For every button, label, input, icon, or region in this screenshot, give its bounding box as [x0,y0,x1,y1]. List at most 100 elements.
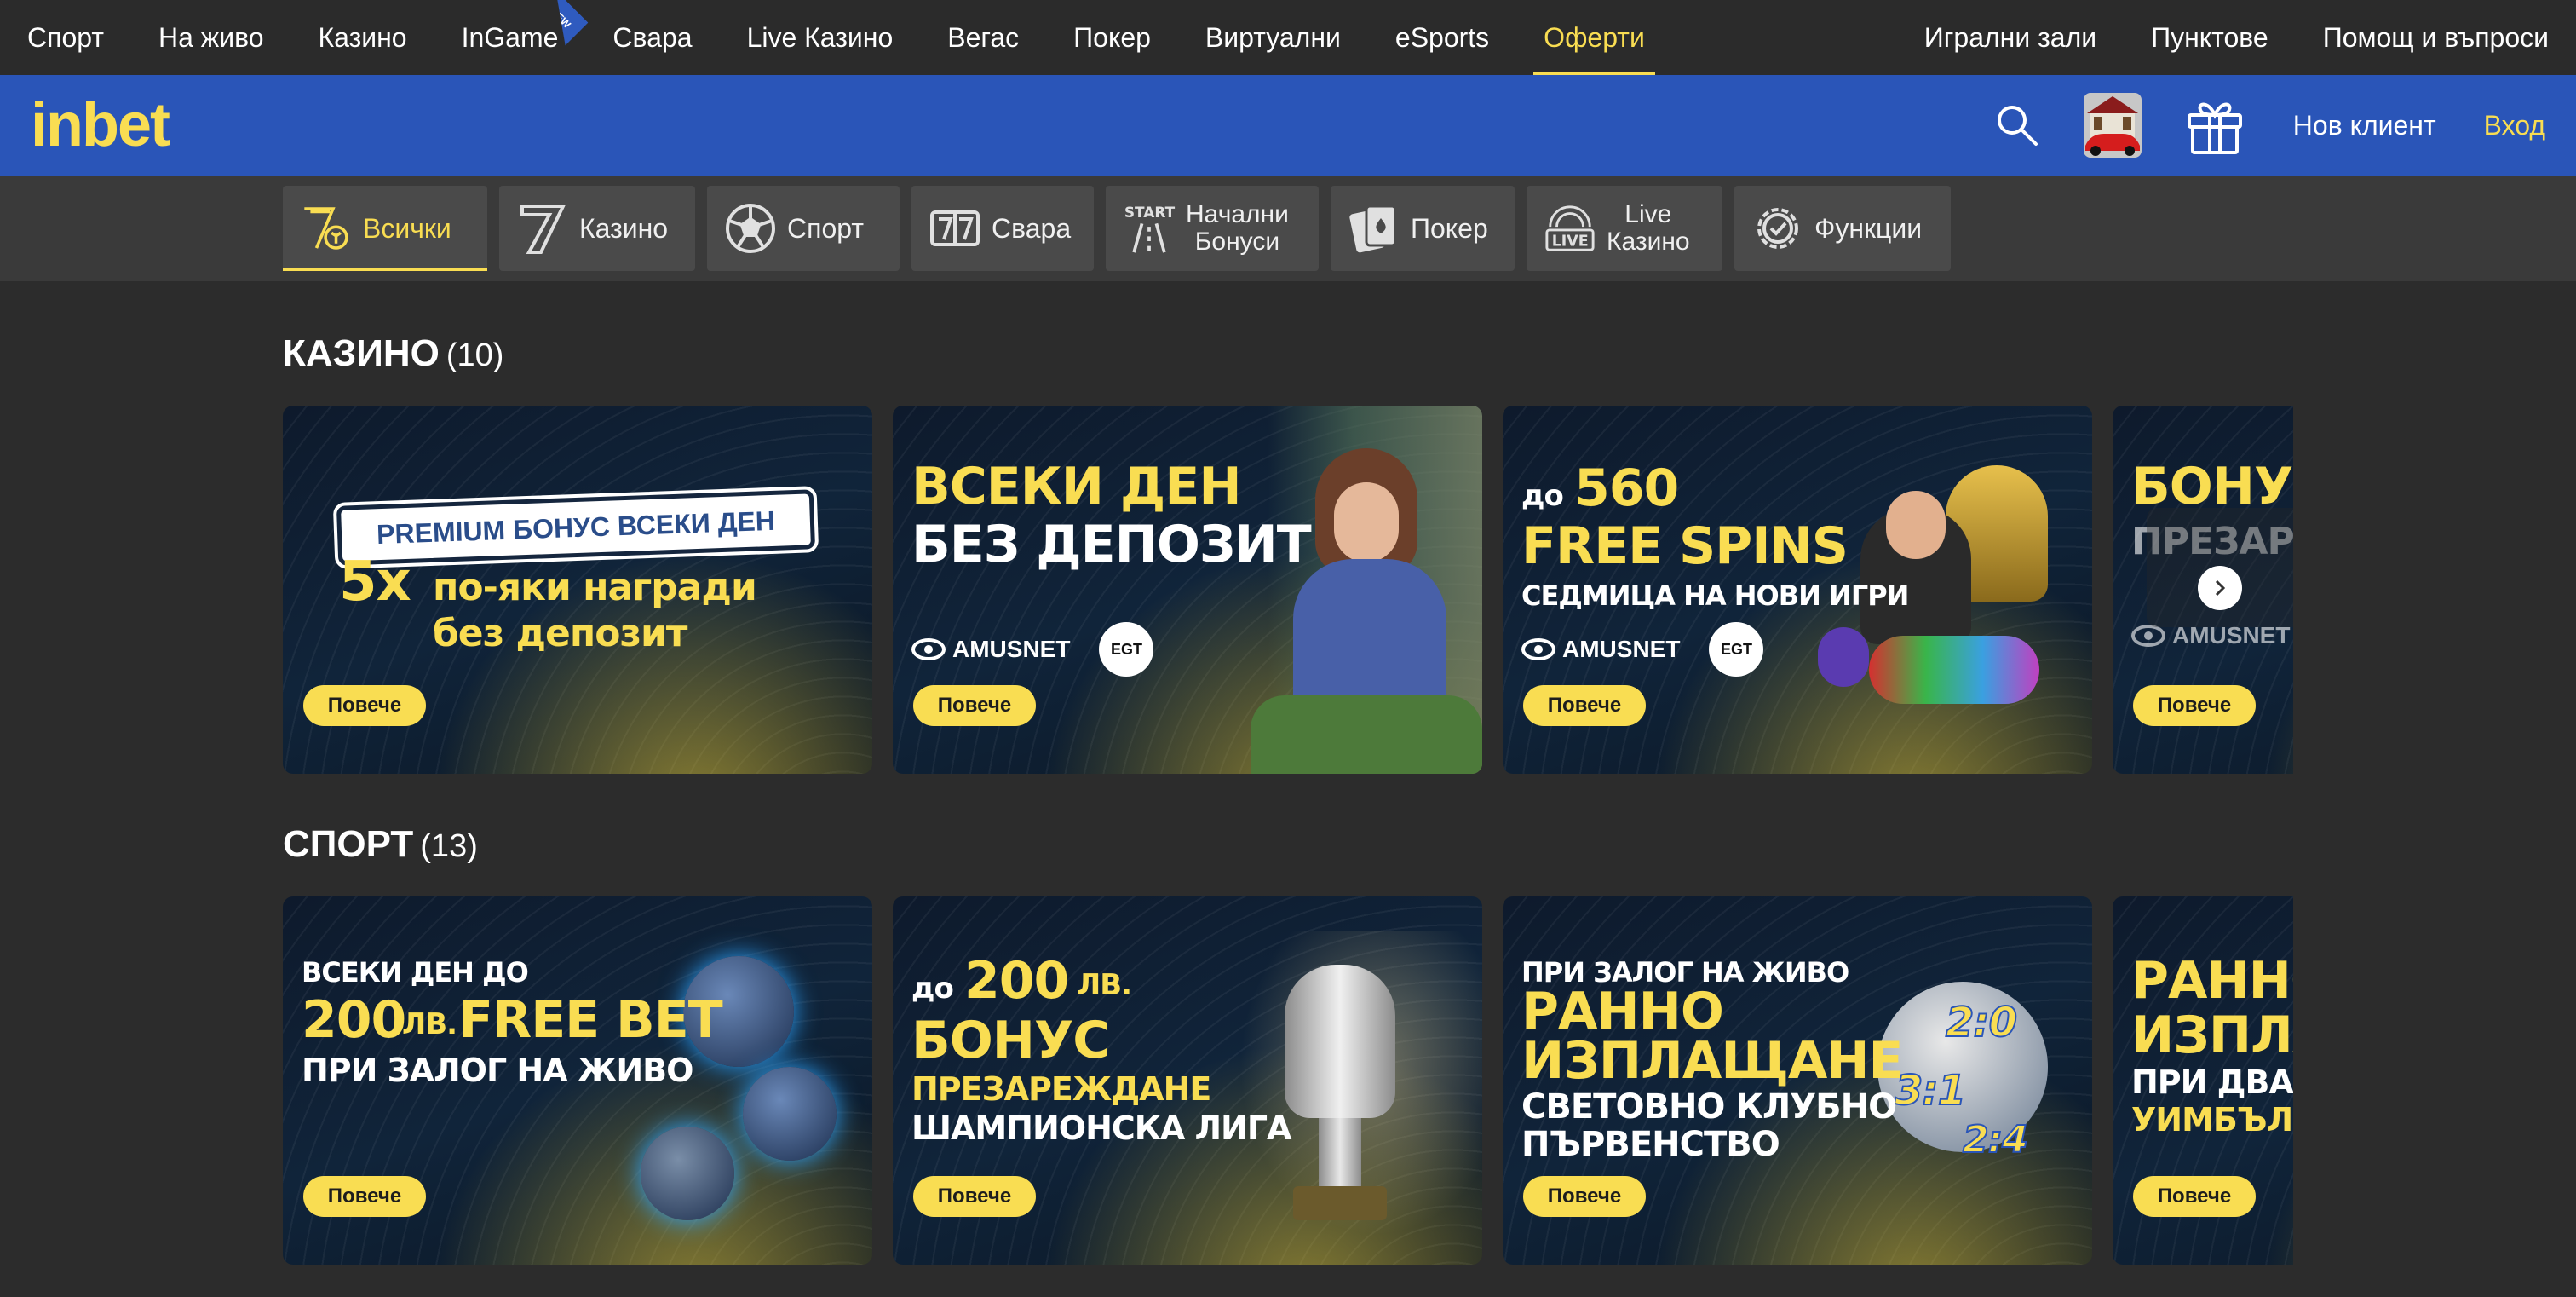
new-client-link[interactable]: Нов клиент [2293,110,2436,141]
casino-card-1-line2: без депозит [433,612,687,655]
sport-card-4-line1: РАННО [2131,951,2293,1011]
chevron-right-icon [2215,579,2226,597]
category-start-bonuses[interactable]: START Начални Бонуси [1106,186,1319,271]
category-casino[interactable]: Казино [499,186,695,271]
top-nav-main: Спорт На живо Казино InGame NEW Свара Li… [27,0,1699,75]
sport-card-2-line2: ПРЕЗАРЕЖДАНЕ [911,1070,1211,1108]
casino-card-daily-no-deposit[interactable]: ВСЕКИ ДЕН БЕЗ ДЕПОЗИТ AMUSNET EGT Повече [893,406,1482,774]
nav-ingame-label: InGame [461,21,559,53]
score-1: 2:0 [1945,998,2018,1047]
amusnet-eye-icon [911,638,946,660]
category-all[interactable]: Всички [283,186,487,271]
sport-card-2-more-button[interactable]: Повече [913,1176,1036,1217]
nav-poker[interactable]: Покер [1073,0,1151,75]
sport-card-3-line5: ПЪРВЕНСТВО [1521,1125,1780,1164]
sport-card-2-unit: ЛВ. [1077,968,1132,1002]
gift-icon[interactable] [2184,95,2245,156]
category-svara[interactable]: Свара [911,186,1094,271]
sport-card-2-pre: до [911,971,954,1006]
nav-virtual[interactable]: Виртуални [1205,0,1341,75]
sport-card-1-big: 200 [302,990,406,1050]
header-actions: Нов клиент Вход [1956,89,2545,161]
nav-sport[interactable]: Спорт [27,0,104,75]
casino-count: (10) [446,337,504,373]
nav-vegas[interactable]: Вегас [947,0,1019,75]
amusnet-logo-2: AMUSNET EGT [1521,622,1764,677]
casino-title: КАЗИНО [283,332,440,374]
nav-esports[interactable]: eSports [1395,0,1489,75]
car-promo-icon[interactable] [2079,89,2147,161]
promo-fruit-image [1251,695,1482,774]
sport-card-1-unit: ЛВ. [402,1007,457,1041]
sport-card-1-line3: ПРИ ЗАЛОГ НА ЖИВО [302,1052,693,1089]
egt-logo: EGT [1099,622,1154,677]
category-poker[interactable]: Покер [1331,186,1515,271]
inbet-logo[interactable]: inbet [31,90,170,160]
category-start-line-2: Бонуси [1194,228,1280,256]
casino-next-arrow-button[interactable] [2198,566,2242,610]
category-svara-label: Свара [992,213,1072,244]
category-functions[interactable]: Функции [1734,186,1951,271]
casino-card-3-more-button[interactable]: Повече [1523,685,1646,726]
nav-casino[interactable]: Казино [319,0,407,75]
category-live-line-1: Live [1624,200,1672,228]
sport-card-4-line2: ИЗПЛА [2131,1006,2293,1065]
casino-card-3-pre: до [1521,479,1564,513]
sport-card-2-big: 200 [964,951,1069,1011]
sport-card-4-line4: УИМБЪЛД [2131,1101,2293,1138]
nav-gaming-halls[interactable]: Игрални зали [1924,0,2096,75]
sport-card-early-payout[interactable]: 2:0 3:1 2:4 ПРИ ЗАЛОГ НА ЖИВО РАННО ИЗПЛ… [1503,896,2092,1265]
nav-live[interactable]: На живо [158,0,264,75]
svg-text:LIVE: LIVE [1552,233,1589,250]
amusnet-eye-icon-3 [2131,625,2165,647]
sport-card-1-more-button[interactable]: Повече [303,1176,426,1217]
sport-card-free-bet[interactable]: ВСЕКИ ДЕН ДО 200 ЛВ. FREE BET ПРИ ЗАЛОГ … [283,896,872,1265]
amusnet-label-2: AMUSNET [1562,636,1681,662]
category-start-line-1: Начални [1186,200,1289,228]
sport-card-3-line4: СВЕТОВНО КЛУБНО [1521,1087,1897,1127]
category-live-line-2: Казино [1607,228,1690,256]
sport-carousel: ВСЕКИ ДЕН ДО 200 ЛВ. FREE BET ПРИ ЗАЛОГ … [283,896,2293,1265]
nav-ingame[interactable]: InGame NEW [462,0,559,75]
casino-card-2-more-button[interactable]: Повече [913,685,1036,726]
nav-live-casino[interactable]: Live Казино [747,0,894,75]
casino-card-2-line2: БЕЗ ДЕПОЗИТ [911,515,1312,574]
croupier-face [1886,491,1946,559]
casino-section-title: КАЗИНО (10) [283,332,503,375]
casino-card-3-line2: СЕДМИЦА НА НОВИ ИГРИ [1521,579,1909,612]
nav-points[interactable]: Пунктове [2151,0,2268,75]
sport-card-4-more-button[interactable]: Повече [2133,1176,2256,1217]
casino-card-free-spins[interactable]: до 560 FREE SPINS СЕДМИЦА НА НОВИ ИГРИ A… [1503,406,2092,774]
poker-cards-icon [1348,202,1400,255]
sport-card-2-line1: БОНУС [911,1011,1110,1070]
casino-card-premium-bonus[interactable]: PREMIUM БОНУС ВСЕКИ ДЕН 5x по-яки наград… [283,406,872,774]
nav-help[interactable]: Помощ и въпроси [2323,0,2549,75]
slot-seven-ball-icon [300,202,353,255]
casino-card-2-line1: ВСЕКИ ДЕН [911,457,1242,516]
sport-title: СПОРТ [283,823,414,865]
category-casino-label: Казино [579,213,669,244]
category-sport[interactable]: Спорт [707,186,900,271]
casino-card-4-more-button[interactable]: Повече [2133,685,2256,726]
category-poker-label: Покер [1411,213,1488,244]
category-live-casino[interactable]: LIVE Live Казино [1527,186,1722,271]
login-link[interactable]: Вход [2484,110,2545,141]
slot-symbols-image [1869,636,2039,704]
sport-card-1-line2: FREE BET [458,990,723,1050]
svg-text:START: START [1124,204,1176,221]
nav-svara[interactable]: Свара [612,0,692,75]
sport-card-3-more-button[interactable]: Повече [1523,1176,1646,1217]
casino-card-1-more-button[interactable]: Повече [303,685,426,726]
promo-model-face [1334,482,1399,562]
sport-section-title: СПОРТ (13) [283,823,478,866]
nav-offers[interactable]: Оферти [1533,0,1655,75]
soccer-ball-icon [724,202,777,255]
site-header: inbet Нов клиент Вход [0,75,2576,176]
sport-card-wimbledon[interactable]: РАННО ИЗПЛА ПРИ ДВА УИМБЪЛД Повече [2113,896,2293,1265]
casino-card-3-big: 560 [1574,458,1679,518]
sport-count: (13) [420,828,478,864]
category-sport-label: Спорт [787,213,864,244]
grapes-icon [1818,627,1869,687]
sport-card-champions-league[interactable]: до 200 ЛВ. БОНУС ПРЕЗАРЕЖДАНЕ ШАМПИОНСКА… [893,896,1482,1265]
search-icon[interactable] [1993,101,2041,149]
